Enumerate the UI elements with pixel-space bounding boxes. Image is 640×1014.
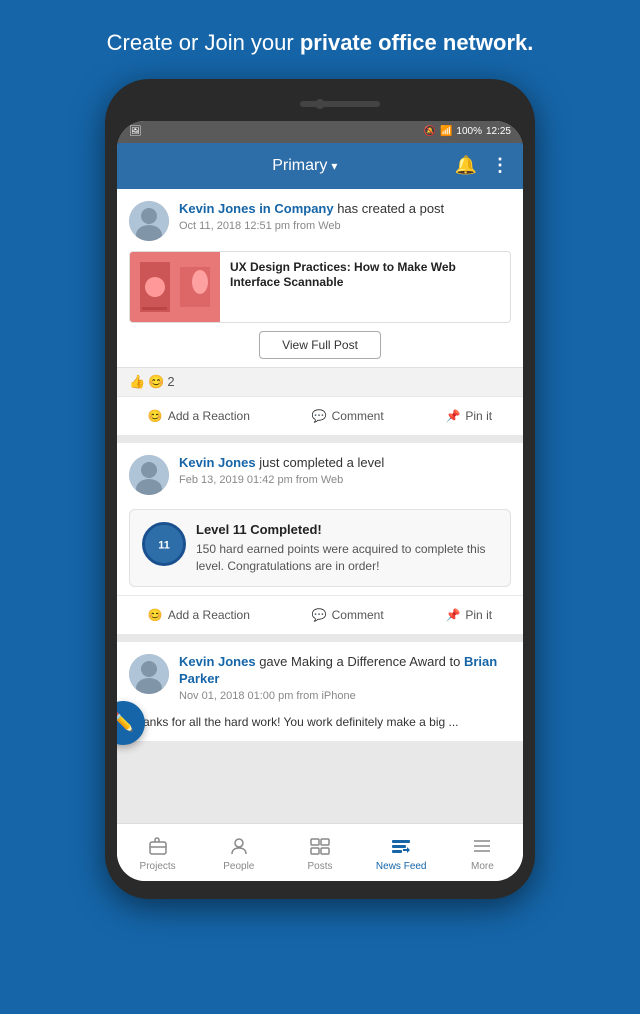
- briefcase-icon: [146, 834, 170, 858]
- status-time: 12:25: [486, 126, 511, 137]
- nav-item-more[interactable]: More: [442, 834, 523, 872]
- post-3-header: Kevin Jones gave Making a Difference Awa…: [117, 642, 523, 708]
- pin-icon-2: 📌: [445, 608, 460, 622]
- post-2-meta: Kevin Jones just completed a level Feb 1…: [179, 455, 511, 486]
- status-bar: 🖼 🔕 📶 100% 12:25: [117, 121, 523, 143]
- post-2-time: Feb 13, 2019 01:42 pm from Web: [179, 474, 511, 486]
- level-card: 11 Level 11 Completed! 150 hard earned p…: [129, 509, 511, 588]
- phone-notch: [117, 91, 523, 121]
- smiley-icon: 😊: [148, 409, 163, 423]
- app-title[interactable]: Primary ▾: [272, 157, 337, 175]
- status-mute-icon: 🔕: [423, 126, 435, 137]
- post-1-author: Kevin Jones in Company has created a pos…: [179, 201, 511, 218]
- post-3-time: Nov 01, 2018 01:00 pm from iPhone: [179, 690, 511, 702]
- view-full-post-button[interactable]: View Full Post: [259, 331, 381, 359]
- chevron-down-icon: ▾: [331, 159, 337, 173]
- comment-icon: 💬: [312, 409, 327, 423]
- post-3-meta: Kevin Jones gave Making a Difference Awa…: [179, 654, 511, 702]
- nav-label-people: People: [223, 861, 254, 872]
- comment-icon-2: 💬: [312, 608, 327, 622]
- post-1-actions-bar: 😊 Add a Reaction 💬 Comment 📌 Pin it: [117, 396, 523, 435]
- post-2-comment-button[interactable]: 💬 Comment: [304, 604, 392, 626]
- person-icon: [227, 834, 251, 858]
- nav-label-more: More: [471, 861, 494, 872]
- nav-item-projects[interactable]: Projects: [117, 834, 198, 872]
- like-icon: 👍: [129, 374, 145, 390]
- nav-item-posts[interactable]: Posts: [279, 834, 360, 872]
- feed-container[interactable]: Kevin Jones in Company has created a pos…: [117, 189, 523, 823]
- like-icon-2: 😊: [148, 374, 164, 390]
- nav-item-people[interactable]: People: [198, 834, 279, 872]
- phone-screen: 🖼 🔕 📶 100% 12:25 Primary ▾ 🔔 ⋮: [117, 121, 523, 881]
- post-3-avatar: [129, 654, 169, 694]
- phone-body: 🖼 🔕 📶 100% 12:25 Primary ▾ 🔔 ⋮: [105, 79, 535, 899]
- post-1-link[interactable]: UX Design Practices: How to Make Web Int…: [129, 251, 511, 323]
- post-1-reactions-bar: 👍 😊 2: [117, 367, 523, 396]
- post-3-body: Thanks for all the hard work! You work d…: [117, 708, 523, 741]
- post-2-header: Kevin Jones just completed a level Feb 1…: [117, 443, 523, 501]
- post-1-link-title: UX Design Practices: How to Make Web Int…: [230, 260, 500, 291]
- post-1-avatar: [129, 201, 169, 241]
- post-2-avatar: [129, 455, 169, 495]
- status-battery: 100%: [456, 126, 482, 137]
- post-1-add-reaction-button[interactable]: 😊 Add a Reaction: [140, 405, 258, 427]
- status-right: 🔕 📶 100% 12:25: [423, 126, 511, 137]
- post-2-actions-bar: 😊 Add a Reaction 💬 Comment 📌 Pin it: [117, 595, 523, 634]
- bell-icon[interactable]: 🔔: [455, 155, 477, 176]
- nav-label-posts: Posts: [308, 861, 333, 872]
- posts-icon: [308, 834, 332, 858]
- level-desc: 150 hard earned points were acquired to …: [196, 541, 498, 575]
- more-icon: [470, 834, 494, 858]
- headline-bold: private office network.: [300, 30, 534, 55]
- post-2-add-reaction-button[interactable]: 😊 Add a Reaction: [140, 604, 258, 626]
- newsfeed-icon: [389, 834, 413, 858]
- post-1-meta: Kevin Jones in Company has created a pos…: [179, 201, 511, 232]
- svg-text:11: 11: [158, 539, 170, 551]
- headline-plain: Create or Join your: [107, 30, 300, 55]
- post-1-thumbnail: [130, 252, 220, 322]
- more-vertical-icon[interactable]: ⋮: [491, 155, 509, 176]
- nav-label-newsfeed: News Feed: [376, 861, 427, 872]
- page-headline: Create or Join your private office netwo…: [0, 0, 640, 79]
- pin-icon: 📌: [445, 409, 460, 423]
- status-wifi-icon: 📶: [440, 126, 452, 137]
- bottom-nav: Projects People: [117, 823, 523, 881]
- status-image-icon: 🖼: [129, 126, 142, 137]
- post-1-pin-button[interactable]: 📌 Pin it: [437, 405, 500, 427]
- level-content: Level 11 Completed! 150 hard earned poin…: [196, 522, 498, 575]
- post-1-reaction-count: 👍 😊 2: [129, 374, 175, 390]
- level-icon: 11: [142, 522, 186, 566]
- post-1-link-content: UX Design Practices: How to Make Web Int…: [220, 252, 510, 322]
- phone-frame: 🖼 🔕 📶 100% 12:25 Primary ▾ 🔔 ⋮: [0, 79, 640, 899]
- app-header-icons: 🔔 ⋮: [455, 155, 509, 176]
- post-1-time: Oct 11, 2018 12:51 pm from Web: [179, 220, 511, 232]
- nav-label-projects: Projects: [140, 861, 176, 872]
- post-card-1: Kevin Jones in Company has created a pos…: [117, 189, 523, 435]
- post-card-3: Kevin Jones gave Making a Difference Awa…: [117, 642, 523, 741]
- post-2-pin-button[interactable]: 📌 Pin it: [437, 604, 500, 626]
- level-title: Level 11 Completed!: [196, 522, 498, 537]
- post-3-author: Kevin Jones gave Making a Difference Awa…: [179, 654, 511, 688]
- smiley-icon-2: 😊: [148, 608, 163, 622]
- post-card-2: Kevin Jones just completed a level Feb 1…: [117, 443, 523, 635]
- post-1-header: Kevin Jones in Company has created a pos…: [117, 189, 523, 247]
- status-left: 🖼: [129, 126, 142, 137]
- post-2-author: Kevin Jones just completed a level: [179, 455, 511, 472]
- phone-speaker: [300, 101, 380, 107]
- app-title-text: Primary: [272, 157, 327, 175]
- app-header: Primary ▾ 🔔 ⋮: [117, 143, 523, 189]
- post-1-comment-button[interactable]: 💬 Comment: [304, 405, 392, 427]
- nav-item-newsfeed[interactable]: News Feed: [361, 834, 442, 872]
